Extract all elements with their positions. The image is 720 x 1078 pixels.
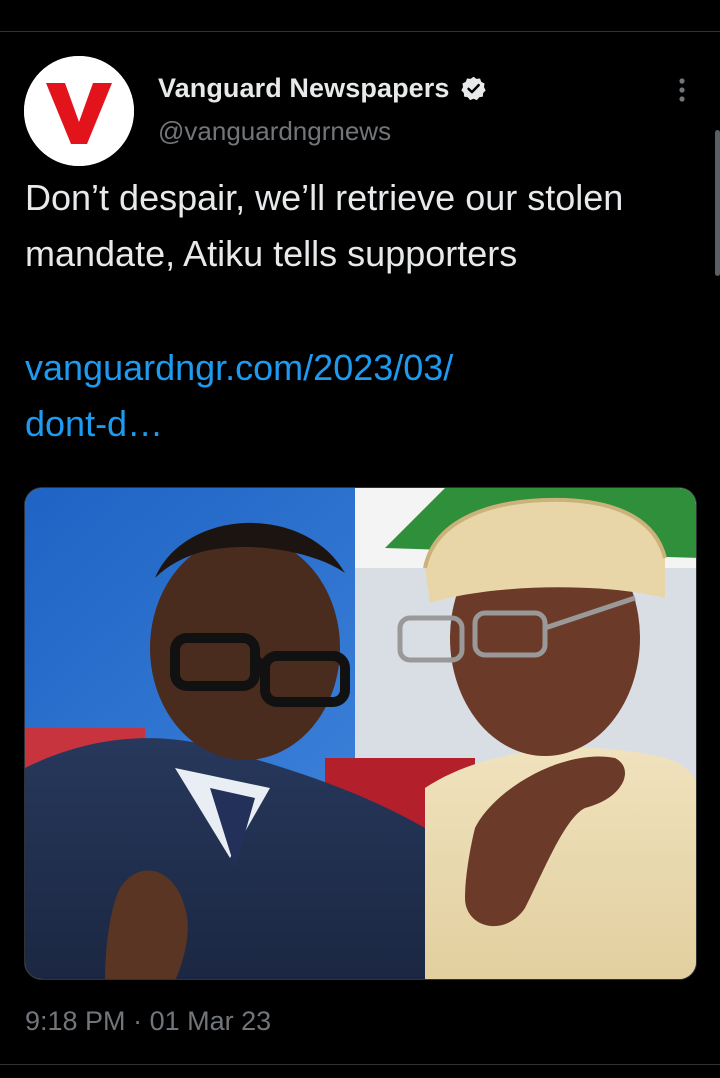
tweet-timestamp[interactable]: 9:18 PM · 01 Mar 23 — [25, 1006, 271, 1037]
avatar[interactable] — [24, 56, 134, 166]
top-divider — [0, 31, 720, 32]
vanguard-logo-icon — [24, 56, 134, 166]
bottom-divider — [0, 1064, 720, 1065]
tweet-time[interactable]: 9:18 PM — [25, 1006, 126, 1037]
tweet-text: Don’t despair, we’ll retrieve our stolen… — [25, 177, 624, 274]
scrollbar[interactable] — [715, 130, 720, 276]
more-vertical-icon[interactable] — [665, 72, 699, 108]
tweet-date[interactable]: 01 Mar 23 — [150, 1006, 272, 1037]
tweet-link[interactable]: vanguardngr.com/2023/03/ dont-d… — [25, 340, 665, 452]
author-name-row[interactable]: Vanguard Newspapers — [158, 73, 487, 104]
photo-two-men-conversing — [25, 488, 696, 979]
timestamp-separator: · — [125, 1006, 150, 1036]
tweet-link-line1[interactable]: vanguardngr.com/2023/03/ — [25, 347, 453, 388]
tweet-media-photo[interactable] — [24, 487, 697, 980]
verified-badge-icon — [460, 75, 487, 102]
author-display-name[interactable]: Vanguard Newspapers — [158, 73, 450, 104]
author-handle[interactable]: @vanguardngrnews — [158, 116, 391, 147]
tweet-link-line2[interactable]: dont-d… — [25, 403, 163, 444]
